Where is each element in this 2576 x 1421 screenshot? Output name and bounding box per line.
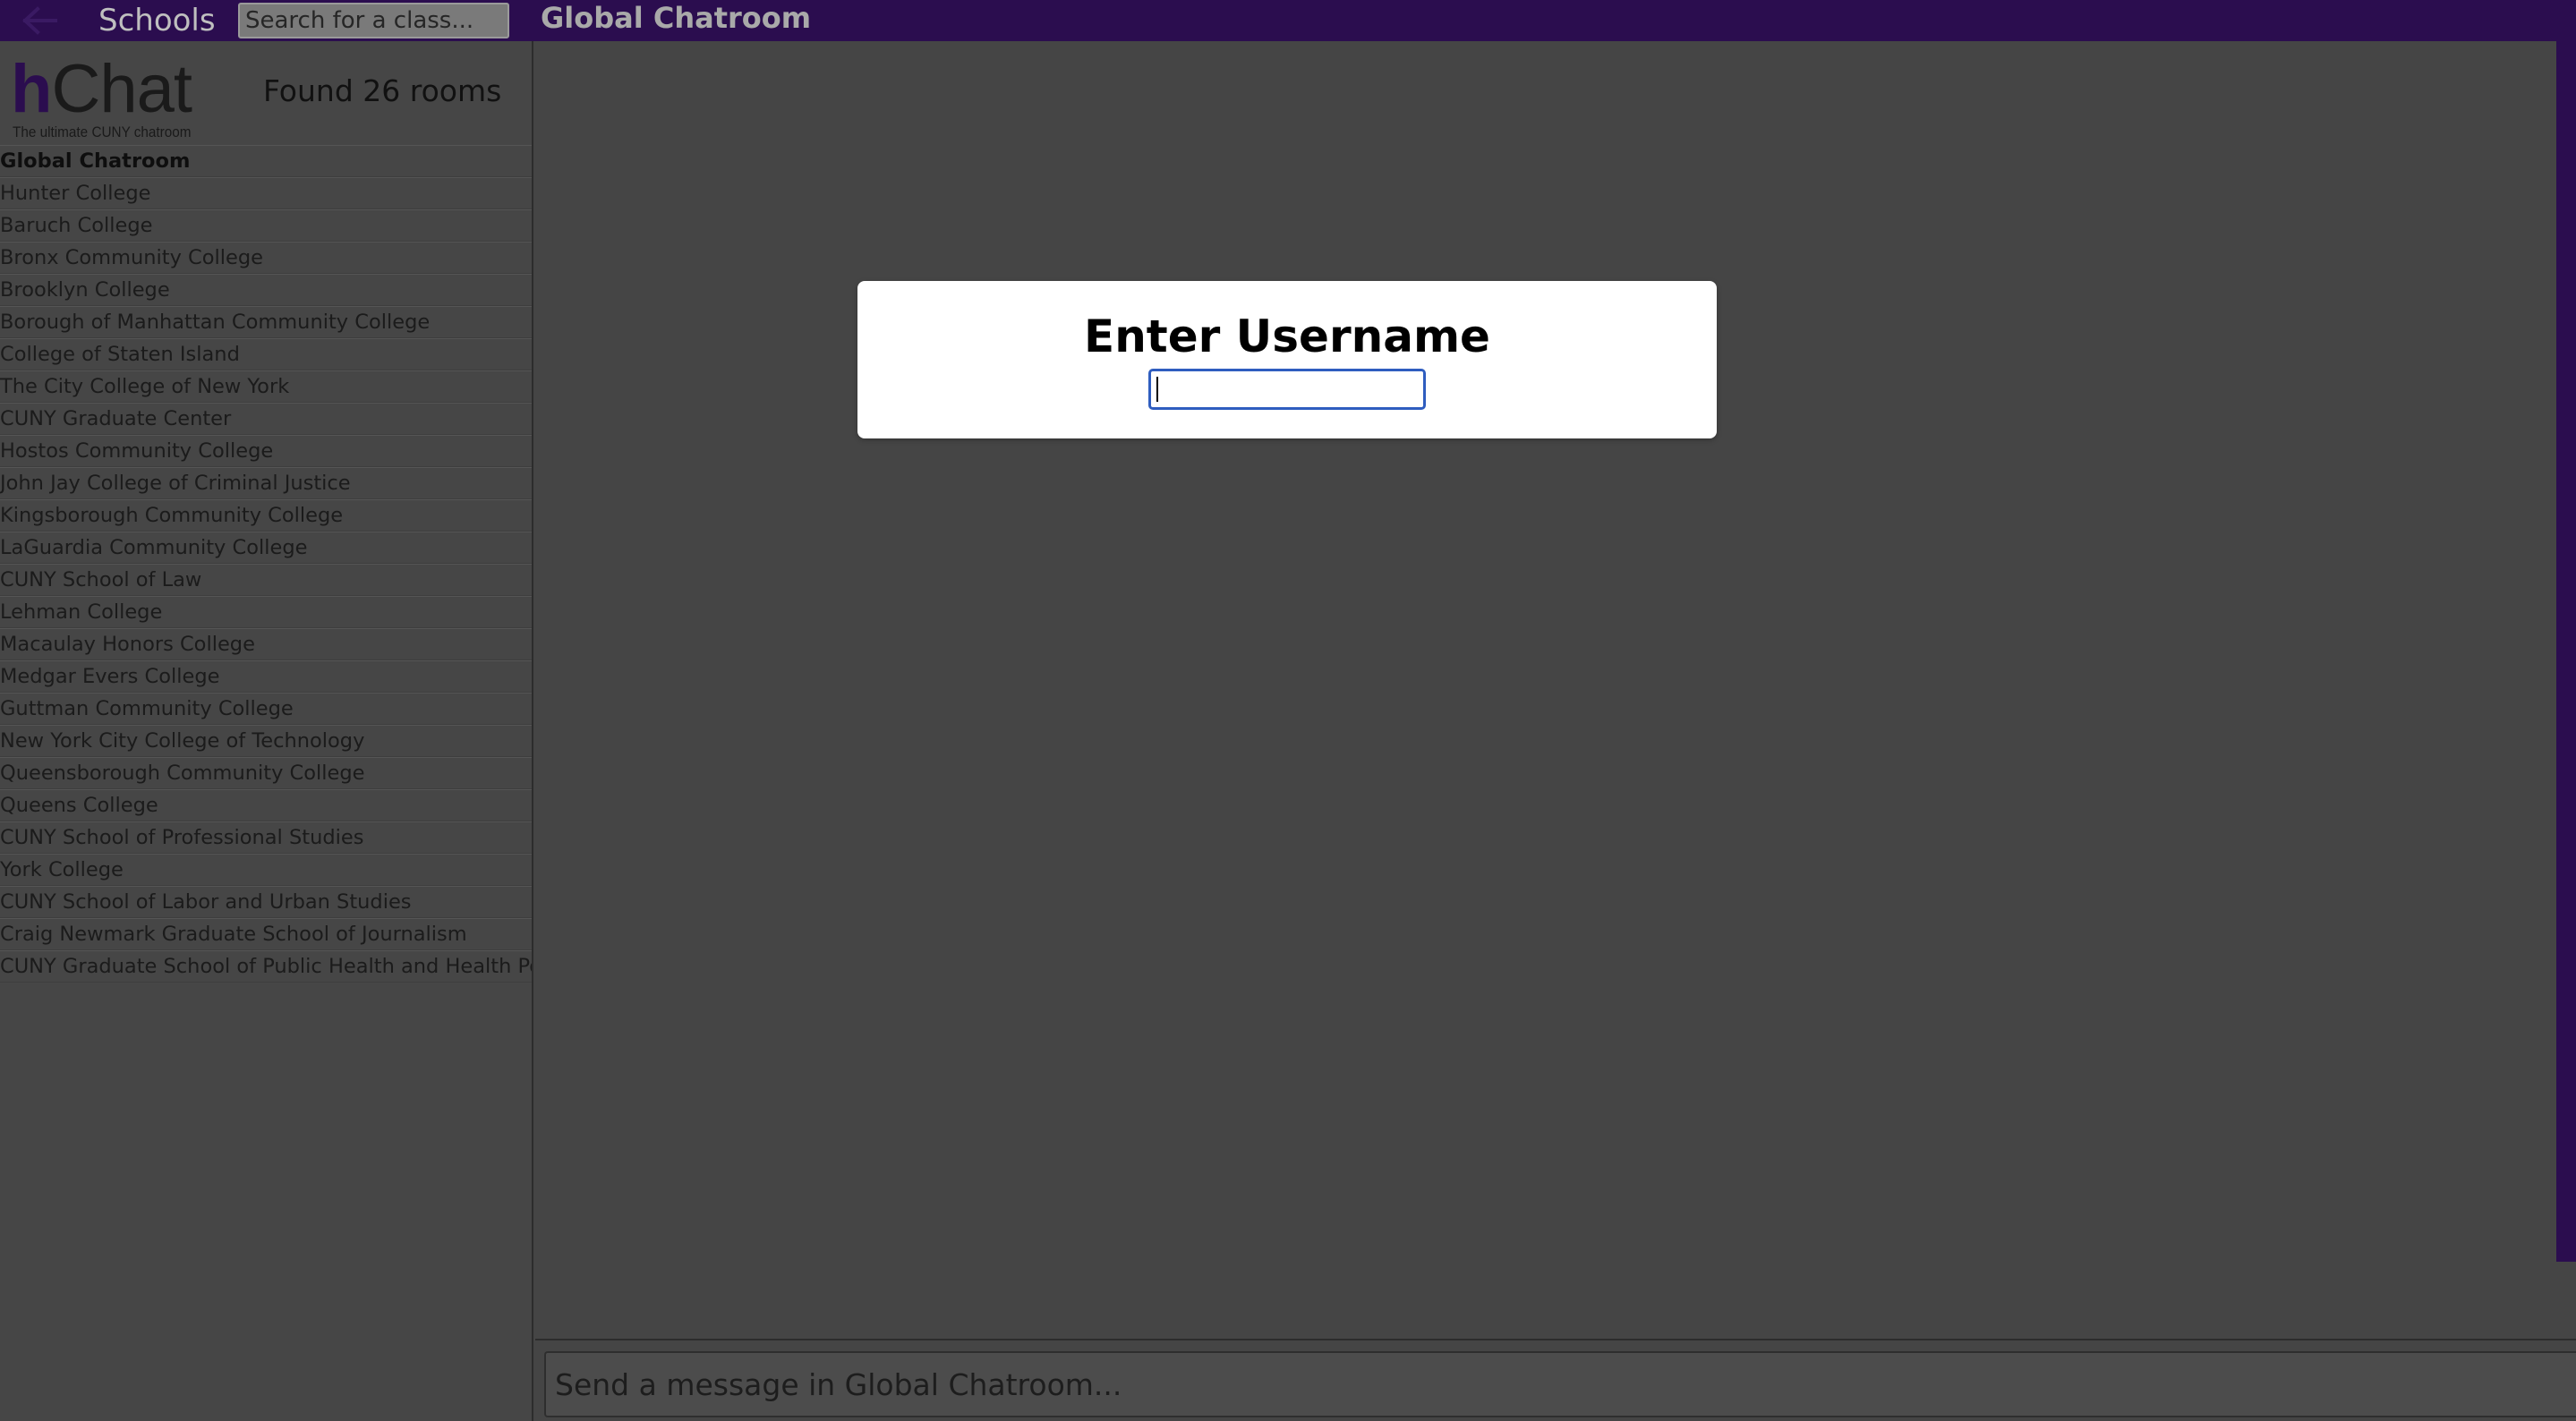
compose-bar [535, 1339, 2576, 1421]
room-list-item[interactable]: CUNY Graduate School of Public Health an… [0, 950, 532, 983]
room-list-item[interactable]: Bronx Community College [0, 242, 532, 274]
logo-tagline: The ultimate CUNY chatroom [13, 123, 192, 140]
logo-chat: Chat [51, 51, 192, 127]
logo-wordmark: hChat [11, 52, 192, 127]
room-list-item[interactable]: Borough of Manhattan Community College [0, 306, 532, 338]
room-list: Global Chatroom Hunter College Baruch Coll… [0, 145, 532, 983]
class-search-input[interactable] [238, 3, 509, 38]
room-list-item[interactable]: Hunter College [0, 177, 532, 209]
logo-h: h [11, 51, 52, 127]
room-list-item[interactable]: Kingsborough Community College [0, 499, 532, 532]
room-list-item[interactable]: Queensborough Community College [0, 757, 532, 789]
room-list-item[interactable]: Brooklyn College [0, 274, 532, 306]
room-list-item[interactable]: LaGuardia Community College [0, 532, 532, 564]
hchat-logo: hChat The ultimate CUNY chatroom [11, 52, 217, 141]
room-list-item[interactable]: Guttman Community College [0, 693, 532, 725]
room-list-item[interactable]: CUNY Graduate Center [0, 403, 532, 435]
room-list-item[interactable]: John Jay College of Criminal Justice [0, 467, 532, 499]
current-room-title: Global Chatroom [541, 1, 812, 35]
message-input[interactable] [544, 1351, 2576, 1417]
room-list-item[interactable]: Baruch College [0, 209, 532, 242]
sidebar: hChat The ultimate CUNY chatroom Found 2… [0, 41, 533, 1421]
room-list-item[interactable]: CUNY School of Professional Studies [0, 821, 532, 854]
room-list-item[interactable]: The City College of New York [0, 370, 532, 403]
back-button[interactable] [13, 4, 66, 38]
room-list-item[interactable]: Queens College [0, 789, 532, 821]
username-input[interactable] [1148, 369, 1426, 410]
chat-messages-area [535, 41, 2555, 1339]
text-caret [1156, 377, 1158, 402]
room-list-item[interactable]: Hostos Community College [0, 435, 532, 467]
found-rooms-count: Found 26 rooms [263, 73, 502, 108]
room-list-item[interactable]: Global Chatroom [0, 145, 532, 177]
room-list-item[interactable]: Medgar Evers College [0, 660, 532, 693]
room-list-item[interactable]: CUNY School of Labor and Urban Studies [0, 886, 532, 918]
room-list-item[interactable]: Craig Newmark Graduate School of Journal… [0, 918, 532, 950]
room-list-item[interactable]: CUNY School of Law [0, 564, 532, 596]
room-list-item[interactable]: York College [0, 854, 532, 886]
top-bar: Schools Global Chatroom [0, 0, 2576, 41]
room-list-item[interactable]: Macaulay Honors College [0, 628, 532, 660]
username-modal: Enter Username [857, 281, 1717, 438]
schools-link[interactable]: Schools [98, 2, 216, 39]
modal-title: Enter Username [1084, 311, 1490, 362]
chat-scrollbar[interactable] [2556, 41, 2576, 1262]
room-list-item[interactable]: College of Staten Island [0, 338, 532, 370]
room-list-item[interactable]: Lehman College [0, 596, 532, 628]
room-list-item[interactable]: New York City College of Technology [0, 725, 532, 757]
arrow-left-icon [22, 6, 57, 35]
